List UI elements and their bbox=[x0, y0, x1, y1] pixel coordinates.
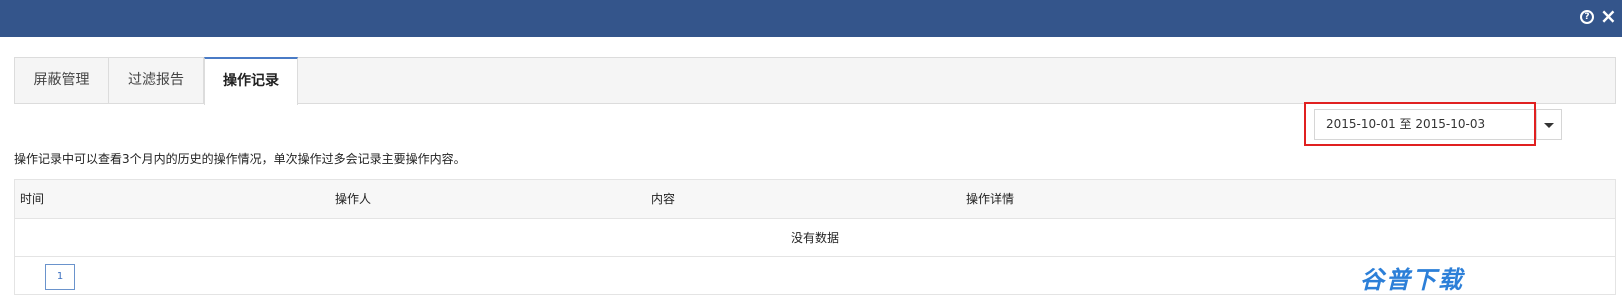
column-header-details: 操作详情 bbox=[966, 192, 1015, 206]
table-header: 时间 操作人 内容 操作详情 bbox=[15, 180, 1615, 219]
column-header-operator: 操作人 bbox=[335, 192, 372, 206]
close-icon[interactable]: × bbox=[1600, 6, 1617, 26]
caret-down-icon bbox=[1544, 123, 1554, 128]
watermark-logo: 谷普下载 bbox=[1360, 266, 1464, 294]
tab-filter-report[interactable]: 过滤报告 bbox=[109, 57, 204, 104]
description-text: 操作记录中可以查看3个月内的历史的操作情况，单次操作过多会记录主要操作内容。 bbox=[14, 152, 466, 166]
help-icon[interactable]: ? bbox=[1580, 10, 1594, 24]
tab-operation-log[interactable]: 操作记录 bbox=[204, 57, 298, 105]
page-button-1[interactable]: 1 bbox=[45, 264, 75, 290]
tab-bar: 屏蔽管理 过滤报告 操作记录 bbox=[14, 57, 1616, 105]
empty-state-text: 没有数据 bbox=[15, 219, 1615, 257]
date-range-dropdown-button[interactable] bbox=[1536, 109, 1562, 140]
column-header-content: 内容 bbox=[651, 192, 676, 206]
column-header-time: 时间 bbox=[20, 192, 45, 206]
dialog-header: ? × bbox=[0, 0, 1622, 37]
highlight-box bbox=[1304, 102, 1536, 146]
tab-block-management[interactable]: 屏蔽管理 bbox=[15, 57, 109, 104]
